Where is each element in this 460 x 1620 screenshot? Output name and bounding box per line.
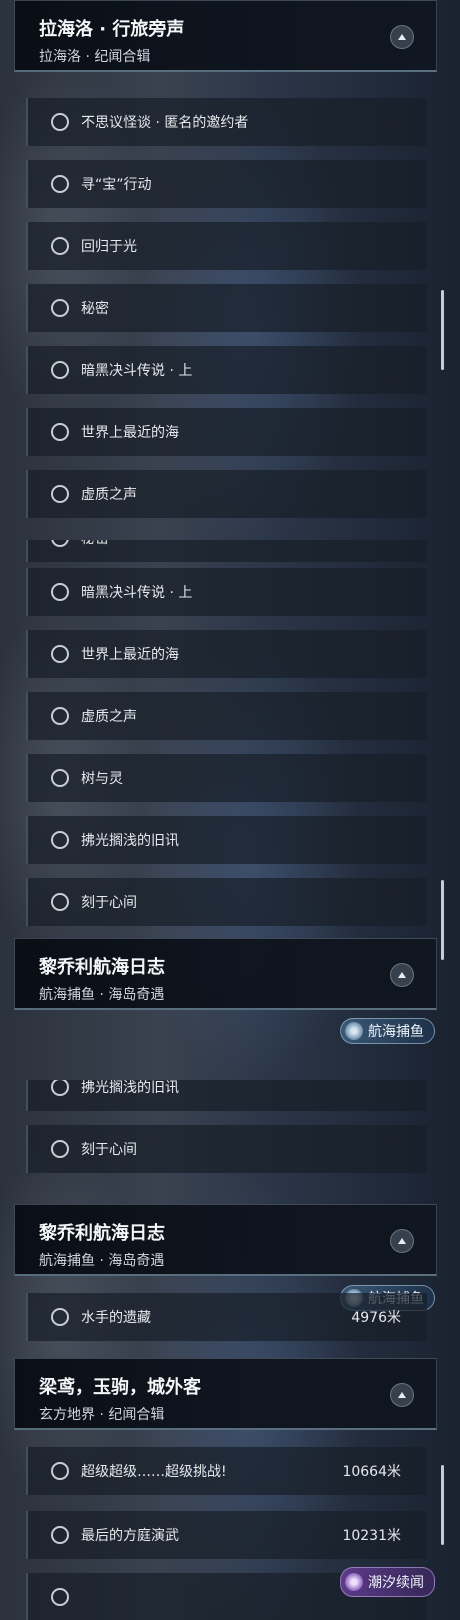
- empty-circle-icon: [51, 707, 69, 725]
- chevron-up-icon[interactable]: [390, 1229, 414, 1253]
- section-title: 拉海洛 · 行旅旁声: [39, 19, 185, 40]
- quest-item[interactable]: 暗黑决斗传说 · 上: [26, 346, 427, 394]
- quest-name: 超级超级……超级挑战!: [81, 1464, 227, 1480]
- quest-name: 拂光搁浅的旧讯: [81, 833, 179, 849]
- quest-item[interactable]: 树与灵: [26, 754, 427, 802]
- quest-name: 不思议怪谈 · 匿名的邀约者: [81, 115, 249, 131]
- quest-list-panel-3: 拂光搁浅的旧讯 刻于心间 黎乔利航海日志 航海捕鱼 · 海岛奇遇 航海捕鱼 水手…: [0, 1080, 460, 1620]
- quest-item[interactable]: 秘密: [26, 540, 427, 562]
- quest-name: 秘密: [81, 540, 109, 548]
- fishing-badge-icon: [345, 1022, 363, 1040]
- section-subtitle: 玄方地界 · 纪闻合辑: [39, 1407, 165, 1423]
- empty-circle-icon: [51, 237, 69, 255]
- quest-item[interactable]: 刻于心间: [26, 878, 427, 926]
- fishing-tag: 航海捕鱼: [340, 1018, 435, 1044]
- section-subtitle: 航海捕鱼 · 海岛奇遇: [39, 1253, 165, 1269]
- empty-circle-icon: [51, 1526, 69, 1544]
- empty-circle-icon: [51, 1140, 69, 1158]
- quest-item[interactable]: 不思议怪谈 · 匿名的邀约者: [26, 98, 427, 146]
- empty-circle-icon: [51, 769, 69, 787]
- quest-item[interactable]: 拂光搁浅的旧讯: [26, 1080, 427, 1111]
- empty-circle-icon: [51, 175, 69, 193]
- chevron-up-icon[interactable]: [390, 963, 414, 987]
- quest-item[interactable]: 秘密: [26, 284, 427, 332]
- quest-name: 水手的遗藏: [81, 1310, 151, 1326]
- quest-item[interactable]: 虚质之声: [26, 692, 427, 740]
- quest-item[interactable]: 回归于光: [26, 222, 427, 270]
- quest-item[interactable]: 暗黑决斗传说 · 上: [26, 568, 427, 616]
- quest-item[interactable]: 最后的方庭演武 10231米: [26, 1511, 427, 1559]
- section-header-liqiaoli[interactable]: 黎乔利航海日志 航海捕鱼 · 海岛奇遇: [14, 938, 437, 1010]
- quest-item[interactable]: 超级超级……超级挑战! 10664米: [26, 1447, 427, 1495]
- tide-badge-icon: [345, 1573, 363, 1591]
- quest-name: 刻于心间: [81, 1142, 137, 1158]
- section-subtitle: 航海捕鱼 · 海岛奇遇: [39, 987, 165, 1003]
- quest-name: 世界上最近的海: [81, 647, 179, 663]
- quest-item[interactable]: 世界上最近的海: [26, 408, 427, 456]
- empty-circle-icon: [51, 113, 69, 131]
- quest-item[interactable]: 拂光搁浅的旧讯: [26, 816, 427, 864]
- section-header-lahailo[interactable]: 拉海洛 · 行旅旁声 拉海洛 · 纪闻合辑: [14, 0, 437, 72]
- empty-circle-icon: [51, 831, 69, 849]
- empty-circle-icon: [51, 1308, 69, 1326]
- quest-name: 树与灵: [81, 771, 123, 787]
- quest-distance: 10664米: [342, 1464, 401, 1480]
- quest-name: 刻于心间: [81, 895, 137, 911]
- quest-list-panel-2: 秘密 暗黑决斗传说 · 上 世界上最近的海 虚质之声 树与灵 拂光搁浅的旧讯 刻…: [0, 540, 460, 1080]
- empty-circle-icon: [51, 893, 69, 911]
- quest-item[interactable]: 虚质之声: [26, 470, 427, 518]
- empty-circle-icon: [51, 299, 69, 317]
- quest-name: 世界上最近的海: [81, 425, 179, 441]
- quest-item[interactable]: 世界上最近的海: [26, 630, 427, 678]
- quest-distance: 4976米: [351, 1310, 401, 1326]
- empty-circle-icon: [51, 1588, 69, 1606]
- quest-name: 虚质之声: [81, 709, 137, 725]
- quest-name: 拂光搁浅的旧讯: [81, 1080, 179, 1096]
- section-header-liqiaoli[interactable]: 黎乔利航海日志 航海捕鱼 · 海岛奇遇: [14, 1204, 437, 1276]
- quest-name: 暗黑决斗传说 · 上: [81, 363, 193, 379]
- empty-circle-icon: [51, 423, 69, 441]
- empty-circle-icon: [51, 540, 69, 547]
- section-subtitle: 拉海洛 · 纪闻合辑: [39, 49, 151, 65]
- quest-distance: 10231米: [342, 1528, 401, 1544]
- section-title: 黎乔利航海日志: [39, 1223, 165, 1244]
- tag-label: 航海捕鱼: [368, 1024, 424, 1040]
- empty-circle-icon: [51, 361, 69, 379]
- section-title: 黎乔利航海日志: [39, 957, 165, 978]
- section-header-liangyuan[interactable]: 梁鸢，玉驹，城外客 玄方地界 · 纪闻合辑: [14, 1358, 437, 1430]
- quest-name: 寻“宝”行动: [81, 177, 152, 193]
- quest-name: 暗黑决斗传说 · 上: [81, 585, 193, 601]
- empty-circle-icon: [51, 583, 69, 601]
- quest-name: 秘密: [81, 301, 109, 317]
- quest-item[interactable]: 水手的遗藏 4976米: [26, 1293, 427, 1341]
- tide-tag: 潮汐续闻: [340, 1567, 435, 1597]
- quest-item[interactable]: 寻“宝”行动: [26, 160, 427, 208]
- empty-circle-icon: [51, 1080, 69, 1096]
- quest-name: 最后的方庭演武: [81, 1528, 179, 1544]
- chevron-up-icon[interactable]: [390, 1383, 414, 1407]
- quest-list-panel-1: 拉海洛 · 行旅旁声 拉海洛 · 纪闻合辑 不思议怪谈 · 匿名的邀约者 寻“宝…: [0, 0, 460, 540]
- quest-item[interactable]: 刻于心间: [26, 1125, 427, 1173]
- quest-name: 虚质之声: [81, 487, 137, 503]
- chevron-up-icon[interactable]: [390, 25, 414, 49]
- empty-circle-icon: [51, 645, 69, 663]
- tag-label: 潮汐续闻: [368, 1575, 424, 1591]
- empty-circle-icon: [51, 485, 69, 503]
- quest-name: 回归于光: [81, 239, 137, 255]
- empty-circle-icon: [51, 1462, 69, 1480]
- section-title: 梁鸢，玉驹，城外客: [39, 1377, 201, 1398]
